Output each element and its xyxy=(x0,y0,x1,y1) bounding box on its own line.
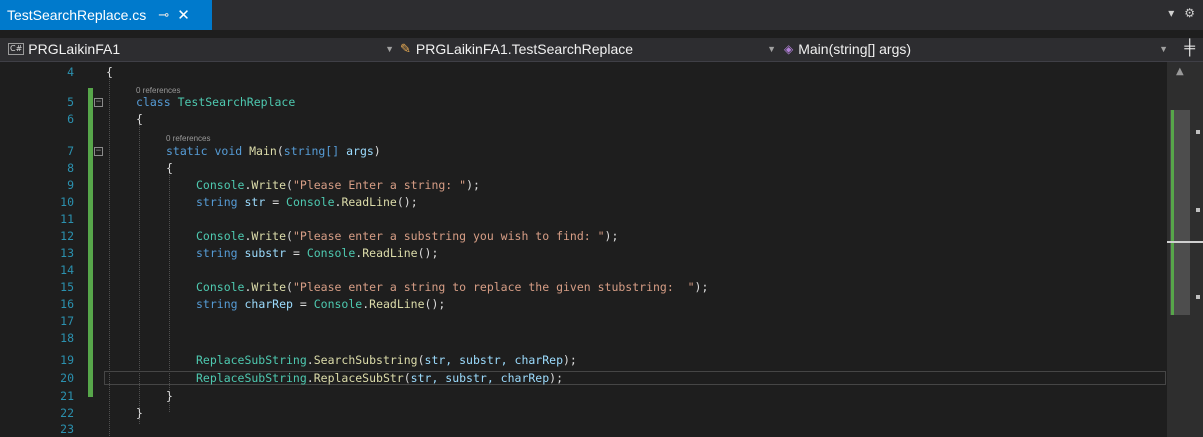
close-icon[interactable]: ✕ xyxy=(177,6,190,24)
line-number: 5 xyxy=(67,95,74,109)
line-number: 19 xyxy=(60,353,74,367)
code-line: 19 ReplaceSubString.SearchSubstring(str,… xyxy=(0,352,1166,368)
line-number: 20 xyxy=(60,371,74,385)
line-code: } xyxy=(166,389,173,403)
code-line: 20 ReplaceSubString.ReplaceSubStr(str, s… xyxy=(0,370,1166,386)
code-line: 9 Console.Write("Please Enter a string: … xyxy=(0,177,1166,193)
line-number: 4 xyxy=(67,65,74,79)
code-line: 22 } xyxy=(0,405,1166,421)
collapse-icon[interactable]: − xyxy=(94,147,103,156)
line-code: Console.Write("Please enter a string to … xyxy=(196,280,709,294)
scrollbar-caret-marker xyxy=(1167,241,1203,243)
code-line: 15 Console.Write("Please enter a string … xyxy=(0,279,1166,295)
references-codelens[interactable]: 0 references xyxy=(166,134,210,143)
line-number: 14 xyxy=(60,263,74,277)
chevron-down-icon: ▼ xyxy=(1159,44,1168,54)
code-line: 16 string charRep = Console.ReadLine(); xyxy=(0,296,1166,312)
line-number: 13 xyxy=(60,246,74,260)
method-icon: ◈ xyxy=(784,42,794,56)
code-line: 23 xyxy=(0,421,1166,437)
line-code: } xyxy=(136,406,143,420)
line-code: static void Main(string[] args) xyxy=(166,144,381,158)
code-line: 7 − static void Main(string[] args) xyxy=(0,143,1166,159)
document-tab-strip: TestSearchReplace.cs ⊸ ✕ ▾ ⚙ xyxy=(0,0,1203,30)
line-number: 6 xyxy=(67,112,74,126)
code-line: 21 } xyxy=(0,388,1166,404)
line-code: string substr = Console.ReadLine(); xyxy=(196,246,439,260)
class-icon: ✎ xyxy=(400,41,411,56)
chevron-down-icon: ▼ xyxy=(767,44,776,54)
collapse-icon[interactable]: − xyxy=(94,98,103,107)
chevron-down-icon: ▼ xyxy=(385,44,394,54)
code-line: 11 xyxy=(0,211,1166,227)
pin-icon[interactable]: ⊸ xyxy=(158,7,169,23)
code-line: 6 { xyxy=(0,111,1166,127)
code-line: 5 − class TestSearchReplace xyxy=(0,94,1166,110)
line-number: 23 xyxy=(60,422,74,436)
csharp-project-icon: C# xyxy=(8,43,25,55)
type-dropdown[interactable]: ✎ PRGLaikinFA1.TestSearchReplace ▼ xyxy=(400,38,780,60)
document-tab[interactable]: TestSearchReplace.cs ⊸ ✕ xyxy=(0,0,212,30)
line-number: 21 xyxy=(60,389,74,403)
tab-title[interactable]: TestSearchReplace.cs xyxy=(7,7,146,23)
split-editor-icon[interactable]: ╪ xyxy=(1184,39,1195,56)
navigation-bar: C# PRGLaikinFA1 ▼ ✎ PRGLaikinFA1.TestSea… xyxy=(0,38,1203,62)
code-line: 14 xyxy=(0,262,1166,278)
line-code: class TestSearchReplace xyxy=(136,95,296,109)
line-number: 15 xyxy=(60,280,74,294)
line-number: 17 xyxy=(60,314,74,328)
line-code: Console.Write("Please enter a substring … xyxy=(196,229,619,243)
code-line: 18 xyxy=(0,330,1166,346)
tab-list-dropdown-icon[interactable]: ▾ xyxy=(1168,6,1174,20)
line-number: 8 xyxy=(67,161,74,175)
line-code: string charRep = Console.ReadLine(); xyxy=(196,297,446,311)
line-code: string str = Console.ReadLine(); xyxy=(196,195,418,209)
scroll-up-icon[interactable]: ▲ xyxy=(1176,66,1184,77)
line-number: 9 xyxy=(67,178,74,192)
line-number: 16 xyxy=(60,297,74,311)
code-line: 4 { xyxy=(0,64,1166,80)
member-dropdown[interactable]: ◈ Main(string[] args) ▼ xyxy=(784,38,1172,60)
line-code: { xyxy=(166,161,173,175)
settings-icon[interactable]: ⚙ xyxy=(1184,6,1195,20)
line-number: 18 xyxy=(60,331,74,345)
code-line: 13 string substr = Console.ReadLine(); xyxy=(0,245,1166,261)
line-code: Console.Write("Please Enter a string: ")… xyxy=(196,178,480,192)
project-dropdown-label: PRGLaikinFA1 xyxy=(28,41,121,57)
scrollbar-mark xyxy=(1196,295,1200,299)
line-code: { xyxy=(136,112,143,126)
line-code: { xyxy=(106,65,113,79)
code-line: 17 xyxy=(0,313,1166,329)
line-code: ReplaceSubString.ReplaceSubStr(str, subs… xyxy=(196,371,564,385)
line-number: 10 xyxy=(60,195,74,209)
member-dropdown-label: Main(string[] args) xyxy=(798,41,912,57)
scrollbar-mark xyxy=(1196,130,1200,134)
code-line: 12 Console.Write("Please enter a substri… xyxy=(0,228,1166,244)
type-dropdown-label: PRGLaikinFA1.TestSearchReplace xyxy=(415,41,634,57)
line-number: 11 xyxy=(60,212,74,226)
scrollbar-mark xyxy=(1196,208,1200,212)
code-line: 8 { xyxy=(0,160,1166,176)
line-number: 7 xyxy=(67,144,74,158)
line-code: ReplaceSubString.SearchSubstring(str, su… xyxy=(196,353,577,367)
line-number: 22 xyxy=(60,406,74,420)
line-number: 12 xyxy=(60,229,74,243)
project-dropdown[interactable]: C# PRGLaikinFA1 ▼ xyxy=(8,38,398,60)
code-line: 10 string str = Console.ReadLine(); xyxy=(0,194,1166,210)
scrollbar-change-marker xyxy=(1171,110,1174,315)
